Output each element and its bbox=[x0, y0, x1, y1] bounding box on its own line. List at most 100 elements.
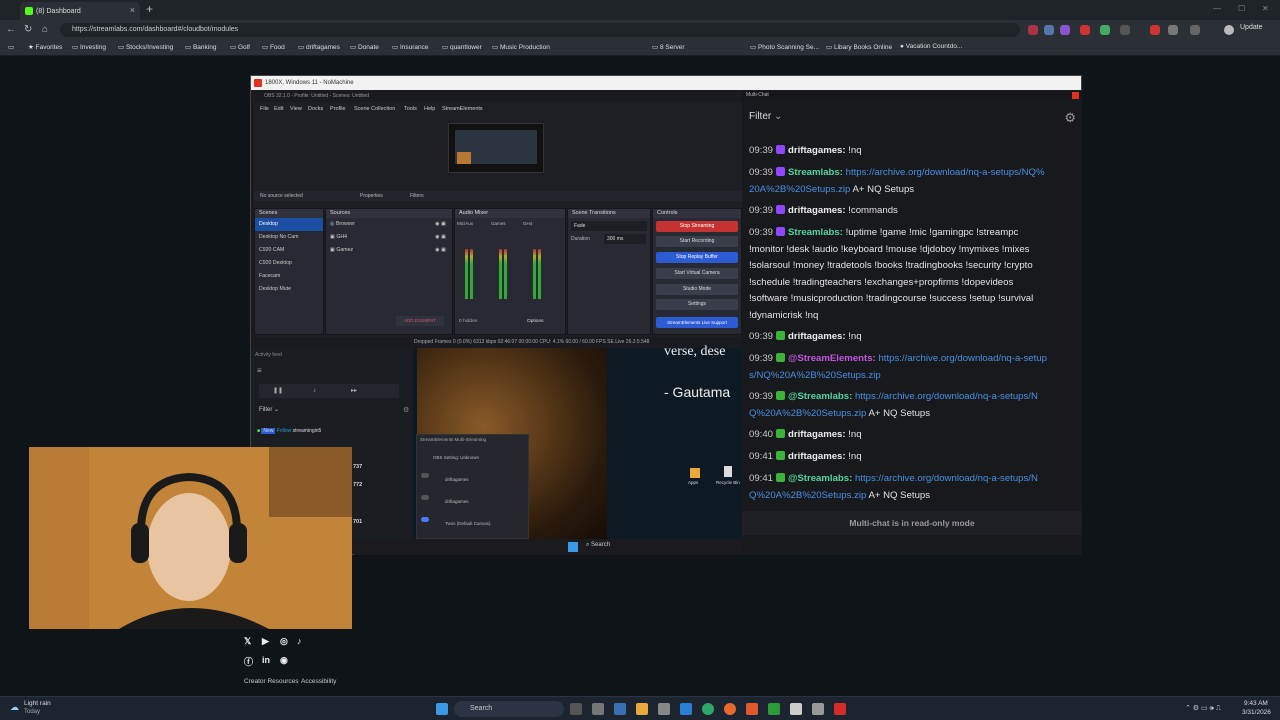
maximize-icon[interactable]: ☐ bbox=[1238, 4, 1245, 13]
scene-item[interactable]: C920 Desktop bbox=[255, 257, 323, 270]
start-virtual-camera-button[interactable]: Start Virtual Camera bbox=[656, 268, 738, 279]
url-bar[interactable]: https://streamlabs.com/dashboard#/cloudb… bbox=[60, 23, 1020, 37]
bookmark-vacation[interactable]: ● Vacation Countdo... bbox=[900, 43, 962, 50]
windows-start-icon[interactable] bbox=[436, 703, 448, 715]
refresh-icon[interactable]: ↻ bbox=[24, 24, 32, 35]
toggle-switch[interactable] bbox=[421, 517, 429, 522]
extension-icon[interactable] bbox=[1060, 25, 1070, 35]
filter-dropdown[interactable]: Filter ⌄ bbox=[259, 406, 279, 413]
menu-profile[interactable]: Profile bbox=[330, 106, 346, 112]
add-element-button[interactable]: ADD ELEMENT bbox=[396, 316, 444, 326]
scene-item[interactable]: Desktop bbox=[255, 218, 323, 231]
minimize-icon[interactable]: — bbox=[1213, 4, 1221, 13]
accessibility-link[interactable]: Accessibility bbox=[301, 678, 336, 685]
stop-replay-buffer-button[interactable]: Stop Replay Buffer bbox=[656, 252, 738, 263]
weather-icon[interactable]: ☁ bbox=[10, 702, 19, 713]
scene-item[interactable]: C920 CAM bbox=[255, 244, 323, 257]
brave-icon[interactable] bbox=[746, 703, 758, 715]
close-icon[interactable] bbox=[1072, 92, 1079, 99]
bookmark-investing[interactable]: ▭ Investing bbox=[72, 43, 106, 51]
instagram-icon[interactable]: ◎ bbox=[280, 636, 288, 647]
extension-icon[interactable] bbox=[1080, 25, 1090, 35]
scene-item[interactable]: Desktop No Cam bbox=[255, 231, 323, 244]
filter-dropdown[interactable]: Filter ⌄ bbox=[749, 111, 782, 122]
avatar[interactable] bbox=[1224, 25, 1234, 35]
bookmark-stocks[interactable]: ▭ Stocks/Investing bbox=[118, 43, 173, 51]
linkedin-icon[interactable]: in bbox=[262, 655, 270, 665]
obs-preview[interactable] bbox=[448, 123, 544, 173]
app-icon[interactable] bbox=[614, 703, 626, 715]
transition-select[interactable]: Fade bbox=[571, 221, 647, 231]
eye-icon[interactable]: ◉ ▣ bbox=[435, 218, 446, 231]
se-live-support-button[interactable]: StreamElements Live Support bbox=[656, 317, 738, 328]
bookmark-library-books[interactable]: ▭ Libary Books Online bbox=[826, 43, 892, 51]
taskbar-search[interactable]: Search bbox=[454, 701, 564, 717]
tray-icons[interactable]: ⌃ ⚙ ▭ 🕪 ⎍ bbox=[1185, 704, 1221, 713]
bookmark-food[interactable]: ▭ Food bbox=[262, 43, 285, 51]
pause-icon[interactable]: ❚❚ bbox=[273, 384, 283, 398]
close-tab-icon[interactable]: × bbox=[130, 5, 135, 15]
menu-edit[interactable]: Edit bbox=[274, 106, 283, 112]
creator-resources-link[interactable]: Creator Resources bbox=[244, 678, 299, 685]
app-icon[interactable] bbox=[680, 703, 692, 715]
menu-tools[interactable]: Tools bbox=[404, 106, 417, 112]
extension-icon[interactable] bbox=[1150, 25, 1160, 35]
bookmark-music-production[interactable]: ▭ Music Production bbox=[492, 43, 550, 51]
app-icon[interactable] bbox=[658, 703, 670, 715]
bookmark-banking[interactable]: ▭ Banking bbox=[185, 43, 216, 51]
scene-item[interactable]: Desktop Mute bbox=[255, 283, 323, 296]
toggle-switch[interactable] bbox=[421, 495, 429, 500]
task-view-icon[interactable] bbox=[570, 703, 582, 715]
back-icon[interactable]: ← bbox=[6, 24, 16, 35]
skip-icon[interactable]: ▸▸ bbox=[351, 384, 357, 398]
filters-button[interactable]: Filters bbox=[410, 191, 424, 201]
file-explorer-icon[interactable] bbox=[636, 703, 648, 715]
toggle-switch[interactable] bbox=[421, 473, 429, 478]
bookmark-8-server[interactable]: ▭ 8 Server bbox=[652, 43, 685, 51]
menu-docks[interactable]: Docks bbox=[308, 106, 323, 112]
scene-item[interactable]: Facecam bbox=[255, 270, 323, 283]
new-tab-icon[interactable]: + bbox=[146, 2, 153, 16]
settings-button[interactable]: Settings bbox=[656, 299, 738, 310]
tiktok-icon[interactable]: ♪ bbox=[297, 636, 302, 646]
bookmark-insurance[interactable]: ▭ Insurance bbox=[392, 43, 429, 51]
settings-icon[interactable] bbox=[592, 703, 604, 715]
edge-icon[interactable] bbox=[702, 703, 714, 715]
bookmark-icon[interactable]: ▭ bbox=[8, 43, 14, 51]
nomachine-icon[interactable] bbox=[834, 703, 846, 715]
remote-search[interactable]: ⌕ Search bbox=[586, 542, 610, 549]
options-button[interactable]: Options bbox=[527, 319, 544, 324]
tab-dashboard[interactable]: (8) Dashboard × bbox=[20, 2, 140, 20]
firefox-icon[interactable] bbox=[724, 703, 736, 715]
duration-input[interactable]: 300 ms bbox=[604, 234, 646, 244]
recycle-bin-icon[interactable] bbox=[724, 466, 732, 477]
source-item[interactable]: ▣ Gamez ◉ ▣ bbox=[326, 244, 452, 257]
app-icon[interactable] bbox=[790, 703, 802, 715]
menu-view[interactable]: View bbox=[290, 106, 302, 112]
discord-icon[interactable]: ◉ bbox=[280, 655, 288, 666]
bookmark-quantlower[interactable]: ▭ quantlower bbox=[442, 43, 482, 51]
stop-streaming-button[interactable]: Stop Streaming bbox=[656, 221, 738, 232]
apps-folder-icon[interactable] bbox=[690, 468, 700, 478]
update-button[interactable]: Update bbox=[1240, 24, 1263, 31]
extension-icon[interactable] bbox=[1100, 25, 1110, 35]
hamburger-menu-icon[interactable]: ≡ bbox=[257, 366, 262, 375]
windows-start-icon[interactable] bbox=[568, 542, 578, 552]
properties-button[interactable]: Properties bbox=[360, 191, 383, 201]
settings-icon[interactable] bbox=[1190, 25, 1200, 35]
studio-mode-button[interactable]: Studio Mode bbox=[656, 284, 738, 295]
bookmark-driftagames[interactable]: ▭ driftagames bbox=[298, 43, 340, 51]
extensions-puzzle-icon[interactable] bbox=[1168, 25, 1178, 35]
facebook-icon[interactable]: ⓕ bbox=[244, 655, 253, 668]
bookmark-photo-scanning[interactable]: ▭ Photo Scanning Se... bbox=[750, 43, 819, 51]
menu-file[interactable]: File bbox=[260, 106, 269, 112]
bookmark-donate[interactable]: ▭ Donate bbox=[350, 43, 379, 51]
extension-icon[interactable] bbox=[1028, 25, 1038, 35]
xbox-icon[interactable] bbox=[768, 703, 780, 715]
bell-icon[interactable]: ♪ bbox=[313, 384, 316, 398]
x-icon[interactable]: 𝕏 bbox=[244, 636, 251, 647]
settings-gear-icon[interactable]: ⚙ bbox=[1064, 110, 1076, 126]
start-recording-button[interactable]: Start Recording bbox=[656, 236, 738, 247]
eye-icon[interactable]: ◉ ▣ bbox=[435, 231, 446, 244]
menu-scene-collection[interactable]: Scene Collection bbox=[354, 106, 395, 112]
